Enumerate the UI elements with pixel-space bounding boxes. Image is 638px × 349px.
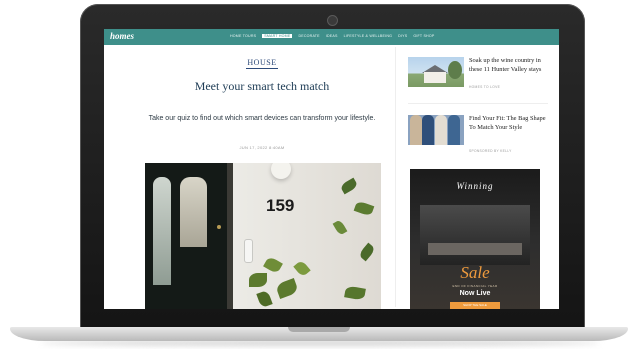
card-thumbnail[interactable]: [408, 57, 464, 87]
hero-image: 159: [145, 163, 381, 309]
thumb-figure: [410, 115, 422, 145]
nav-item-decorate[interactable]: DECORATE: [298, 34, 319, 38]
sidebar-divider: [395, 47, 396, 307]
nav-item-diys[interactable]: DIYS: [398, 34, 407, 38]
thumb-figure: [422, 115, 434, 145]
hero-leaf: [249, 273, 267, 287]
hero-doorbell: [244, 239, 253, 263]
sidebar-separator: [408, 103, 548, 104]
nav-item-lifestyle[interactable]: LIFESTYLE & WELLBEING: [344, 34, 393, 38]
thumb-tree: [448, 61, 462, 79]
card-title[interactable]: Find Your Fit: The Bag Shape To Match Yo…: [469, 115, 549, 132]
ad-cta-button[interactable]: SHOP THE SALE: [450, 302, 500, 309]
publication-logo-rule: [246, 68, 278, 69]
hero-house-number: 159: [266, 196, 295, 215]
card-source: SPONSORED BY KELLY: [469, 149, 512, 153]
ad-headline: Sale: [460, 263, 490, 282]
thumb-figure: [448, 115, 460, 145]
thumb-house: [424, 72, 446, 83]
ad-kitchen-image: [420, 205, 530, 265]
hero-door-glass-left: [153, 177, 171, 285]
webcam-icon: [327, 15, 338, 26]
site-logo[interactable]: homes: [110, 31, 134, 41]
hero-door-knob: [217, 225, 221, 229]
card-thumbnail[interactable]: [408, 115, 464, 145]
publication-logo: HOUSE: [247, 58, 277, 67]
article-dek: Take our quiz to find out which smart de…: [148, 115, 376, 122]
nav-item-ideas[interactable]: IDEAS: [326, 34, 338, 38]
laptop-base-notch: [288, 327, 350, 332]
article-headline: Meet your smart tech match: [194, 79, 330, 93]
hero-door-glass-right: [180, 177, 207, 247]
laptop-screen: homes HOME TOURS SMART HOME DECORATE IDE…: [104, 29, 559, 309]
sidebar-ad[interactable]: Winning Sale END OF FINANCIAL YEAR Now L…: [410, 169, 540, 309]
nav-item-home-tours[interactable]: HOME TOURS: [230, 34, 256, 38]
nav-item-gift-shop[interactable]: GIFT SHOP: [413, 34, 434, 38]
site-nav: homes HOME TOURS SMART HOME DECORATE IDE…: [104, 29, 559, 45]
article-meta: JUN 17, 2022 8:40AM: [239, 145, 285, 150]
ad-status: Now Live: [459, 290, 491, 297]
thumb-figure: [435, 115, 447, 145]
nav-links: HOME TOURS SMART HOME DECORATE IDEAS LIF…: [230, 34, 434, 38]
card-title[interactable]: Soak up the wine country in these 11 Hun…: [469, 57, 549, 74]
article: HOUSE Meet your smart tech match Take ou…: [104, 45, 404, 309]
ad-subline: END OF FINANCIAL YEAR: [452, 284, 498, 288]
ad-brand: Winning: [456, 181, 494, 191]
card-source: HOMES TO LOVE: [469, 85, 501, 89]
ad-kitchen-bench: [428, 243, 522, 255]
nav-item-smart-home[interactable]: SMART HOME: [262, 34, 293, 38]
